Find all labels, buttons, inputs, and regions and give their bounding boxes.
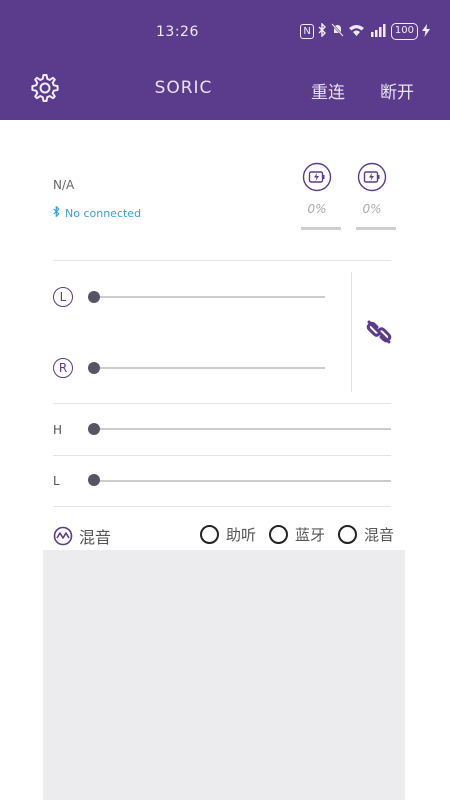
status-bar: 13:26 N 100	[0, 18, 450, 48]
right-volume-slider[interactable]	[94, 367, 325, 369]
mute-bell-icon	[331, 23, 344, 40]
mode-option-hearing-aid[interactable]: 助听	[200, 524, 256, 545]
right-battery: 0%	[351, 162, 393, 216]
right-battery-percent: 0%	[362, 202, 382, 216]
right-volume-thumb[interactable]	[88, 362, 100, 374]
radio-mix[interactable]	[338, 525, 357, 544]
status-time: 13:26	[156, 24, 199, 40]
high-eq-label: H	[53, 423, 63, 437]
left-battery-percent: 0%	[307, 202, 327, 216]
current-mode-label: 混音	[79, 528, 112, 547]
charging-icon	[422, 23, 430, 40]
bluetooth-status-icon	[318, 22, 327, 40]
device-name: N/A	[53, 178, 75, 192]
left-channel-label: L	[53, 287, 73, 307]
radio-bluetooth[interactable]	[269, 525, 288, 544]
nfc-icon: N	[300, 24, 314, 39]
mode-option-label: 助听	[226, 526, 257, 544]
battery-status: 100	[390, 23, 418, 40]
signal-icon	[369, 23, 387, 40]
left-battery-bar	[301, 227, 341, 230]
connection-label: No connected	[65, 206, 142, 220]
mode-option-label: 蓝牙	[295, 526, 326, 544]
mode-option-mix[interactable]: 混音	[338, 524, 394, 545]
battery-charging-icon	[357, 162, 387, 192]
divider	[53, 260, 391, 261]
mode-row: 混音 助听 蓝牙 混音	[0, 522, 450, 550]
right-battery-bar	[356, 227, 396, 230]
left-volume-slider[interactable]	[94, 296, 325, 298]
battery-charging-icon	[302, 162, 332, 192]
low-eq-thumb[interactable]	[88, 474, 100, 486]
app-header: 13:26 N 100 SORIC 重连 断开	[0, 0, 450, 120]
left-battery: 0%	[296, 162, 338, 216]
divider	[53, 455, 391, 456]
divider-vertical	[351, 272, 352, 392]
connection-status: No connected	[53, 205, 142, 220]
wifi-icon	[348, 24, 365, 40]
high-eq-thumb[interactable]	[88, 423, 100, 435]
status-icons: N 100	[300, 22, 430, 40]
current-mode: 混音	[53, 524, 111, 548]
unlink-icon[interactable]	[365, 318, 393, 346]
low-eq-slider[interactable]	[94, 480, 391, 482]
mode-option-bluetooth[interactable]: 蓝牙	[269, 524, 325, 545]
left-volume-thumb[interactable]	[88, 291, 100, 303]
bluetooth-icon	[53, 205, 60, 220]
reconnect-button[interactable]: 重连	[311, 78, 345, 103]
radio-hearing-aid[interactable]	[200, 525, 219, 544]
waveform-icon	[53, 526, 73, 546]
disconnect-button[interactable]: 断开	[380, 78, 414, 103]
divider	[53, 403, 391, 404]
high-eq-slider[interactable]	[94, 428, 391, 430]
content-panel	[43, 550, 405, 800]
toolbar: SORIC 重连 断开	[0, 68, 450, 112]
divider	[53, 506, 391, 507]
mode-option-label: 混音	[364, 526, 395, 544]
right-channel-label: R	[53, 358, 73, 378]
low-eq-label: L	[53, 474, 60, 488]
